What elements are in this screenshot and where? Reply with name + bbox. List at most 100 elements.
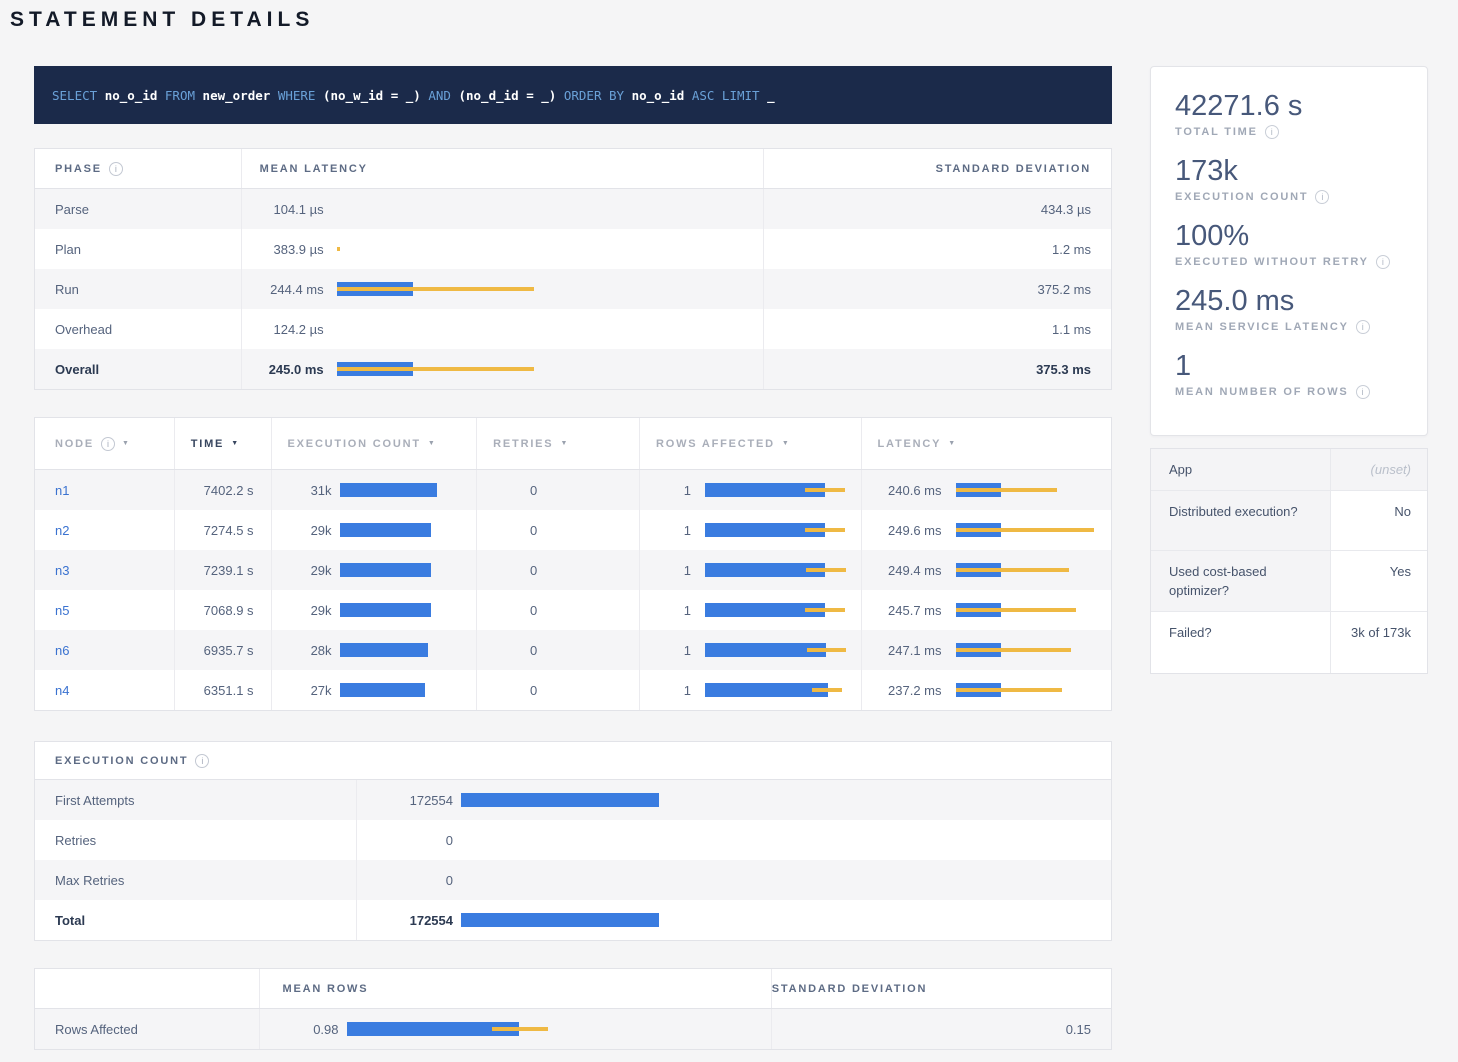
stat-label-text: EXECUTED WITHOUT RETRY — [1175, 256, 1369, 268]
info-icon[interactable]: i — [1265, 125, 1279, 139]
mean-latency-cell: 383.9 µs — [241, 229, 763, 269]
node-header-cell-latency[interactable]: LATENCY▼ — [861, 418, 1111, 469]
stat-label-text: MEAN SERVICE LATENCY — [1175, 321, 1349, 333]
std-dev-value: 1.2 ms — [763, 229, 1111, 269]
execution-count-value: 28k — [288, 643, 332, 658]
property-value: (unset) — [1330, 449, 1427, 490]
execution-count-table: EXECUTION COUNTiFirst Attempts172554Retr… — [34, 741, 1112, 941]
property-value: 3k of 173k — [1330, 612, 1427, 673]
retries-cell: 0 — [476, 510, 639, 550]
execution-count-cell: 31k — [271, 470, 477, 510]
stat-block: 100%EXECUTED WITHOUT RETRYi — [1175, 219, 1403, 269]
bar-chart — [705, 643, 849, 657]
node-row: n46351.1 s27k01237.2 ms — [35, 670, 1111, 710]
property-row: App(unset) — [1151, 449, 1427, 490]
mean-bar — [461, 913, 659, 927]
sql-keyword: AND — [428, 88, 451, 103]
phase-row: Run244.4 ms375.2 ms — [35, 269, 1111, 309]
retries-cell: 0 — [476, 590, 639, 630]
info-icon[interactable]: i — [1315, 190, 1329, 204]
mean-bar — [340, 603, 431, 617]
bar-chart — [545, 563, 579, 577]
page-title: STATEMENT DETAILS — [10, 8, 1458, 32]
property-label: Used cost-based optimizer? — [1151, 551, 1330, 611]
latency-cell: 245.7 ms — [861, 590, 1111, 630]
retries-value: 0 — [493, 603, 537, 618]
stat-value: 42271.6 s — [1175, 89, 1403, 123]
sql-keyword: ORDER BY — [564, 88, 624, 103]
node-link[interactable]: n2 — [55, 523, 69, 538]
mean-latency-cell: 244.4 ms — [241, 269, 763, 309]
node-header-cell-retries[interactable]: RETRIES▼ — [476, 418, 639, 469]
property-value: Yes — [1330, 551, 1427, 611]
stat-label: EXECUTED WITHOUT RETRY i — [1175, 255, 1403, 269]
exec-row-label: Total — [35, 900, 356, 940]
phase-row: Overall245.0 ms375.3 ms — [35, 349, 1111, 389]
mean-rows-cell: 0.98 — [259, 1009, 771, 1049]
mean-bar — [340, 563, 431, 577]
property-row: Distributed execution?No — [1151, 490, 1427, 550]
phase-label: Run — [35, 269, 241, 309]
node-link[interactable]: n1 — [55, 483, 69, 498]
phase-label: Parse — [35, 189, 241, 229]
rows-affected-table: MEAN ROWSSTANDARD DEVIATIONRows Affected… — [34, 968, 1112, 1050]
bar-chart — [340, 483, 441, 497]
bar-chart — [340, 683, 441, 697]
bar-chart — [705, 603, 849, 617]
statement-properties-table: App(unset)Distributed execution?NoUsed c… — [1150, 448, 1428, 674]
sql-keyword: LIMIT — [722, 88, 760, 103]
node-link[interactable]: n5 — [55, 603, 69, 618]
bar-chart — [340, 603, 441, 617]
phase-row: Overhead124.2 µs1.1 ms — [35, 309, 1111, 349]
latency-cell: 237.2 ms — [861, 670, 1111, 710]
mean-latency-value: 245.0 ms — [260, 362, 324, 377]
property-label: Distributed execution? — [1151, 491, 1330, 550]
node-link[interactable]: n3 — [55, 563, 69, 578]
retries-cell: 0 — [476, 670, 639, 710]
node-link[interactable]: n4 — [55, 683, 69, 698]
execution-count-cell: 27k — [271, 670, 477, 710]
retries-value: 0 — [493, 643, 537, 658]
statement-details-page: STATEMENT DETAILS SELECT no_o_id FROM ne… — [0, 0, 1458, 1050]
retries-value: 0 — [493, 683, 537, 698]
sql-statement-box: SELECT no_o_id FROM new_order WHERE (no_… — [34, 66, 1112, 124]
info-icon[interactable]: i — [109, 162, 123, 176]
rows-affected-cell: 1 — [639, 630, 861, 670]
info-icon[interactable]: i — [1356, 385, 1370, 399]
info-icon[interactable]: i — [1376, 255, 1390, 269]
std-dev-value: 375.2 ms — [763, 269, 1111, 309]
rows-affected-cell: 1 — [639, 670, 861, 710]
sql-keyword: ASC — [692, 88, 715, 103]
stddev-bar — [337, 247, 340, 251]
exec-row-value-cell: 0 — [356, 820, 1111, 860]
bar-chart — [337, 362, 735, 376]
rows-affected-value: 1 — [656, 483, 691, 498]
node-header-cell-node[interactable]: NODEi▼ — [35, 418, 174, 469]
info-icon[interactable]: i — [101, 437, 115, 451]
rows-std-dev-value: 0.15 — [771, 1009, 1111, 1049]
info-icon[interactable]: i — [195, 754, 209, 768]
property-row: Used cost-based optimizer?Yes — [1151, 550, 1427, 611]
stat-value: 1 — [1175, 349, 1403, 383]
phase-header-cell: MEAN LATENCY — [241, 149, 763, 188]
retries-value: 0 — [493, 563, 537, 578]
node-link[interactable]: n6 — [55, 643, 69, 658]
stddev-bar — [805, 608, 845, 612]
sql-identifier: no_o_id — [105, 88, 158, 103]
node-header-cell-time[interactable]: TIME▼ — [174, 418, 271, 469]
exec-row: Retries0 — [35, 820, 1111, 860]
phase-label: Overall — [35, 349, 241, 389]
node-row: n17402.2 s31k01240.6 ms — [35, 470, 1111, 510]
phase-latency-table: PHASEiMEAN LATENCYSTANDARD DEVIATIONPars… — [34, 148, 1112, 390]
stddev-bar — [956, 648, 1071, 652]
bar-chart — [956, 523, 1105, 537]
info-icon[interactable]: i — [1356, 320, 1370, 334]
latency-value: 245.7 ms — [878, 603, 942, 618]
node-cell: n3 — [35, 550, 174, 590]
stddev-bar — [956, 528, 1094, 532]
bar-chart — [705, 523, 849, 537]
node-header-cell-execution-count[interactable]: EXECUTION COUNT▼ — [271, 418, 477, 469]
column-header-label: TIME — [191, 438, 224, 450]
sql-keyword: WHERE — [278, 88, 316, 103]
node-header-cell-rows-affected[interactable]: ROWS AFFECTED▼ — [639, 418, 861, 469]
